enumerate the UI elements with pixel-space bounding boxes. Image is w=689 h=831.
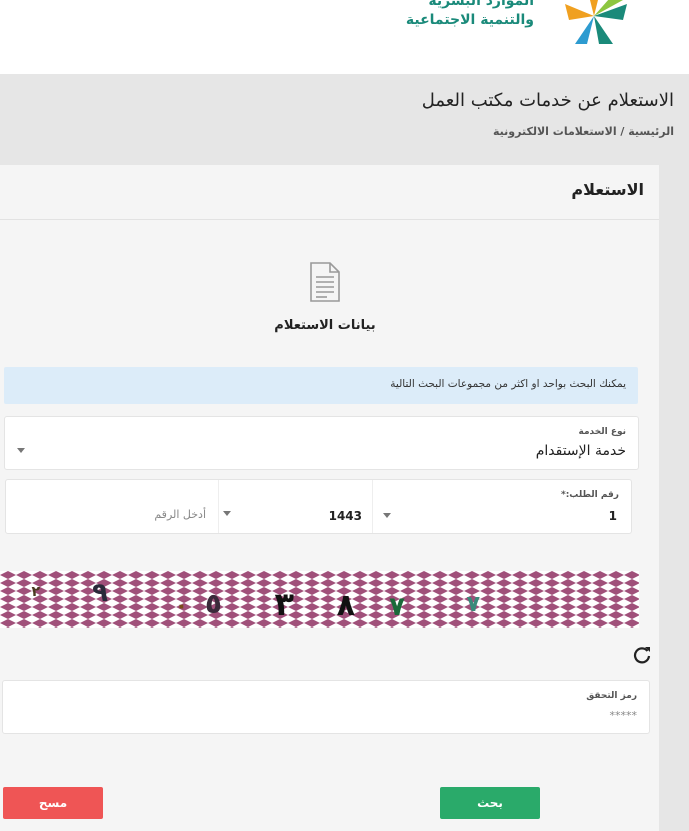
search-button[interactable]: بحث <box>440 787 540 819</box>
dropdown-caret-icon[interactable] <box>383 513 391 518</box>
svg-text:٩: ٩ <box>92 578 108 608</box>
captcha-code-field[interactable]: رمز التحقق ***** <box>2 680 650 734</box>
request-year-select[interactable]: 1443 <box>219 480 372 533</box>
svg-text:٧: ٧ <box>467 592 481 617</box>
dropdown-caret-icon[interactable] <box>223 511 231 516</box>
request-number-input[interactable]: أدخل الرقم <box>6 480 218 533</box>
request-number-part1-value[interactable]: 1 <box>609 509 617 523</box>
service-type-value[interactable]: خدمة الإستقدام <box>536 443 626 459</box>
svg-text:٨: ٨ <box>337 588 355 623</box>
card-divider <box>0 219 659 220</box>
dropdown-caret-icon[interactable] <box>17 448 25 453</box>
request-number-placeholder: أدخل الرقم <box>154 508 206 521</box>
page-title: الاستعلام عن خدمات مكتب العمل <box>421 90 674 111</box>
svg-text:٣: ٣ <box>274 585 294 623</box>
service-type-label: نوع الخدمة <box>578 427 626 437</box>
clear-button[interactable]: مسح <box>3 787 103 819</box>
ministry-logo-icon <box>565 0 627 44</box>
request-year-value[interactable]: 1443 <box>329 509 362 523</box>
captcha-code-input[interactable]: ***** <box>610 709 638 722</box>
ministry-name: الموارد البشرية والتنمية الاجتماعية <box>406 0 534 30</box>
svg-text:٥: ٥ <box>205 587 222 620</box>
ministry-name-line1: الموارد البشرية <box>428 0 534 9</box>
card-title: الاستعلام <box>571 180 644 199</box>
step-label: بيانات الاستعلام <box>274 318 376 333</box>
svg-text:٧: ٧ <box>389 592 405 622</box>
captcha-image: ٢ ٩ ٠ ٥ ٣ ٨ ٧ ٧ <box>0 571 639 628</box>
segment-divider <box>372 480 373 533</box>
info-alert-text: يمكنك البحث بواحد او اكثر من مجموعات الب… <box>390 378 626 390</box>
request-number-part1-select[interactable]: 1 <box>373 480 631 533</box>
svg-text:٢: ٢ <box>31 584 40 600</box>
breadcrumb[interactable]: الرئيسية / الاستعلامات الالكترونية <box>493 125 674 138</box>
captcha-code-label: رمز التحقق <box>586 691 637 701</box>
refresh-icon[interactable] <box>632 645 652 665</box>
svg-text:٠: ٠ <box>175 594 188 619</box>
ministry-name-line2: والتنمية الاجتماعية <box>405 12 534 28</box>
request-number-group: رقم الطلب:* 1 1443 أدخل الرقم <box>5 479 632 534</box>
site-header: الموارد البشرية والتنمية الاجتماعية <box>0 0 689 74</box>
info-alert: يمكنك البحث بواحد او اكثر من مجموعات الب… <box>4 367 638 404</box>
segment-divider <box>218 480 219 533</box>
document-icon <box>310 262 340 302</box>
service-type-select[interactable]: نوع الخدمة خدمة الإستقدام <box>4 416 639 470</box>
